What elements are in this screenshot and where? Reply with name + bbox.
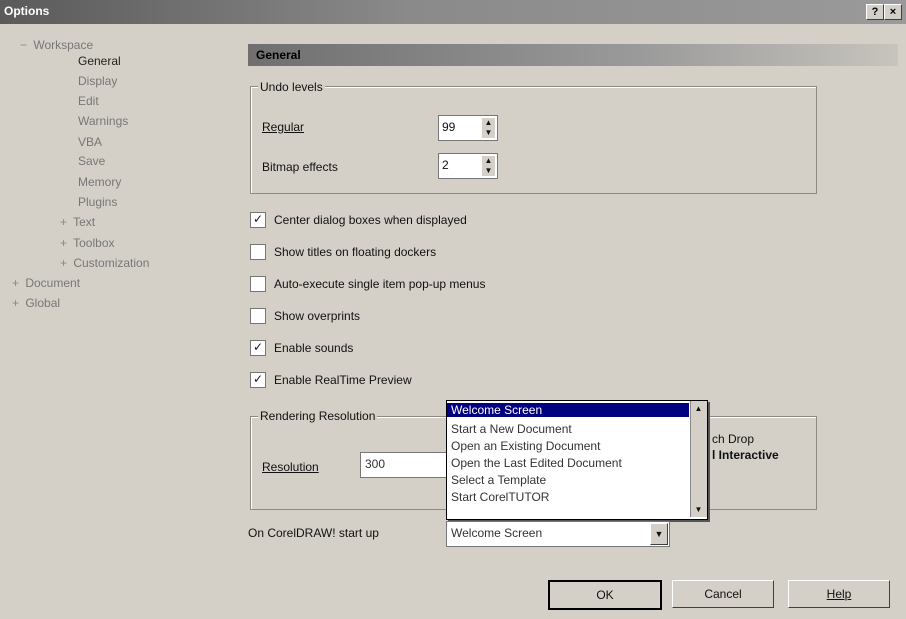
startup-combo[interactable]: Welcome Screen ▼ [446, 521, 670, 547]
section-title: General [256, 48, 301, 62]
bitmap-effects-label: Bitmap effects [262, 160, 338, 174]
bitmap-effects-spinner[interactable]: 2 ▲ ▼ [438, 153, 498, 179]
tree-item-display[interactable]: Display [78, 74, 117, 88]
expand-icon[interactable]: + [12, 276, 22, 290]
startup-option[interactable]: Start CorelTUTOR [451, 490, 549, 504]
help-button[interactable]: Help [788, 580, 890, 608]
dropdown-scrollbar[interactable]: ▲ ▼ [690, 401, 707, 517]
startup-option[interactable]: Open an Existing Document [451, 439, 600, 453]
spinner-arrows-icon[interactable]: ▲ ▼ [482, 156, 495, 176]
chevron-down-icon[interactable]: ▼ [650, 523, 668, 545]
tree-item-global[interactable]: + Global [12, 296, 60, 310]
startup-dropdown-list[interactable]: Welcome Screen Start a New Document Open… [446, 400, 708, 520]
expand-icon[interactable]: + [60, 215, 70, 229]
enable-sounds-checkbox[interactable]: ✓ [250, 340, 266, 356]
help-icon[interactable]: ? [866, 4, 884, 20]
regular-undo-value[interactable]: 99 [442, 120, 455, 134]
rendering-resolution-label: Rendering Resolution [258, 409, 378, 423]
scroll-up-icon[interactable]: ▲ [692, 402, 705, 415]
regular-undo-spinner[interactable]: 99 ▲ ▼ [438, 115, 498, 141]
center-dialogs-checkbox[interactable]: ✓ [250, 212, 266, 228]
title-bar: Options ? × [0, 0, 906, 24]
tree-item-memory[interactable]: Memory [78, 175, 121, 189]
undo-levels-label: Undo levels [258, 80, 325, 94]
rendering-option-text: ch Drop [712, 432, 755, 446]
startup-value[interactable]: Welcome Screen [451, 526, 542, 540]
undo-levels-group [250, 86, 817, 194]
tree-item-document[interactable]: + Document [12, 276, 80, 290]
tree-item-general[interactable]: General [78, 54, 121, 68]
enable-sounds-label: Enable sounds [274, 341, 354, 355]
tree-item-vba[interactable]: VBA [78, 135, 102, 149]
rendering-option-text: l Interactive [712, 448, 779, 462]
expand-icon[interactable]: + [12, 296, 22, 310]
tree-item-edit[interactable]: Edit [78, 94, 99, 108]
expand-icon[interactable]: + [60, 236, 70, 250]
cancel-button[interactable]: Cancel [672, 580, 774, 608]
close-icon[interactable]: × [884, 4, 902, 20]
show-titles-label: Show titles on floating dockers [274, 245, 437, 259]
expand-icon[interactable]: + [60, 256, 70, 270]
startup-option[interactable]: Open the Last Edited Document [451, 456, 622, 470]
tree-item-save[interactable]: Save [78, 154, 105, 168]
window-title: Options [4, 4, 50, 18]
tree-item-plugins[interactable]: Plugins [78, 195, 117, 209]
show-titles-checkbox[interactable] [250, 244, 266, 260]
startup-option[interactable]: Select a Template [451, 473, 546, 487]
auto-execute-label: Auto-execute single item pop-up menus [274, 277, 486, 291]
regular-label: Regular [262, 120, 305, 134]
center-dialogs-label: Center dialog boxes when displayed [274, 213, 467, 227]
realtime-preview-checkbox[interactable]: ✓ [250, 372, 266, 388]
resolution-label: Resolution [262, 460, 319, 474]
startup-option[interactable]: Start a New Document [451, 422, 572, 436]
show-overprints-label: Show overprints [274, 309, 361, 323]
tree-item-workspace[interactable]: − Workspace [20, 38, 93, 52]
spinner-arrows-icon[interactable]: ▲ ▼ [482, 118, 495, 138]
section-header: General [248, 44, 898, 66]
tree-item-warnings[interactable]: Warnings [78, 114, 128, 128]
startup-option[interactable]: Welcome Screen [447, 403, 689, 417]
collapse-icon[interactable]: − [20, 38, 30, 52]
tree-item-text[interactable]: + Text [60, 215, 95, 229]
show-overprints-checkbox[interactable] [250, 308, 266, 324]
scroll-down-icon[interactable]: ▼ [692, 503, 705, 516]
startup-label: On CorelDRAW! start up [248, 526, 379, 540]
tree-item-toolbox[interactable]: + Toolbox [60, 236, 115, 250]
ok-button[interactable]: OK [548, 580, 662, 610]
auto-execute-checkbox[interactable] [250, 276, 266, 292]
options-tree: − Workspace General Display Edit Warning… [12, 38, 237, 573]
resolution-value[interactable]: 300 [365, 457, 385, 471]
realtime-preview-label: Enable RealTime Preview [274, 373, 412, 387]
resolution-field[interactable]: 300 [360, 452, 450, 478]
tree-item-customization[interactable]: + Customization [60, 256, 149, 270]
bitmap-effects-value[interactable]: 2 [442, 158, 449, 172]
